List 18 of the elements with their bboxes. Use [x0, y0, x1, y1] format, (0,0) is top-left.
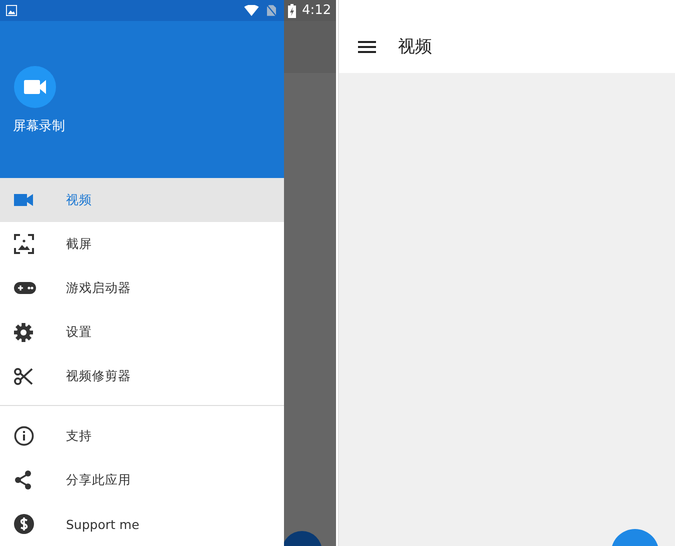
- no-sim-icon: [267, 5, 276, 16]
- gamepad-icon: [14, 282, 36, 294]
- info-icon: [14, 426, 34, 446]
- image-icon: [6, 5, 17, 16]
- share-icon: [14, 470, 32, 490]
- video-camera-icon: [13, 64, 57, 108]
- video-camera-icon: [14, 193, 34, 207]
- wifi-icon: [244, 5, 259, 16]
- scissors-icon: [14, 366, 33, 386]
- menu-icon[interactable]: [358, 40, 376, 52]
- status-time: 4:12: [302, 3, 332, 18]
- screenshot-icon: [14, 234, 34, 254]
- battery-charging-icon: [288, 4, 296, 18]
- drawer-item[interactable]: 视频: [0, 178, 284, 222]
- toolbar-title: 视频: [398, 36, 432, 58]
- app-name: 屏幕录制: [13, 118, 66, 134]
- settings-icon: [14, 322, 33, 342]
- dollar-coin-icon: [14, 514, 34, 534]
